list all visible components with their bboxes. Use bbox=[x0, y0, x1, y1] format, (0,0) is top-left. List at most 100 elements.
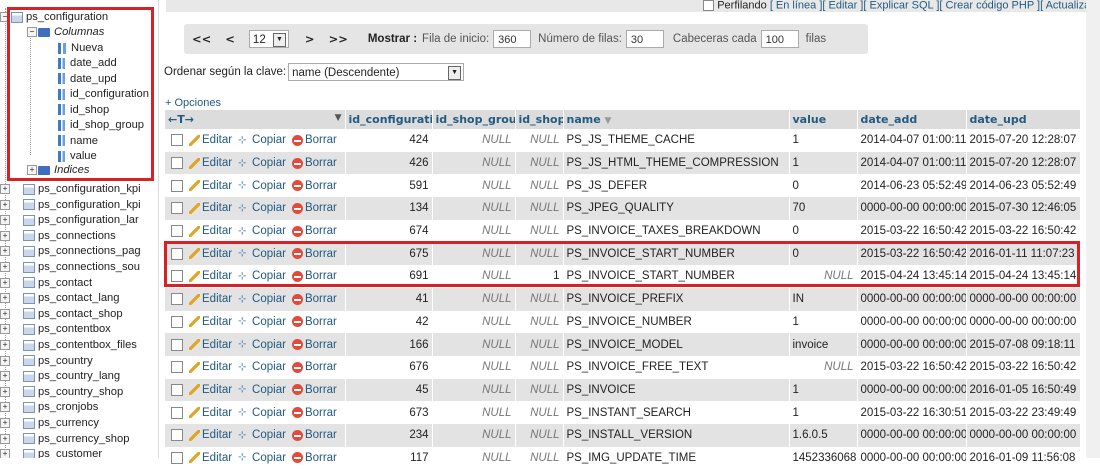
edit-button[interactable]: Editar bbox=[189, 248, 232, 260]
cell-id-configuration[interactable]: 424 bbox=[345, 129, 433, 152]
delete-button[interactable]: Borrar bbox=[291, 180, 337, 192]
copy-button[interactable]: ⊹ Copiar bbox=[238, 225, 286, 237]
cell-id-shop[interactable]: NULL bbox=[515, 242, 564, 266]
cell-date-upd[interactable]: 2015-03-22 16:50:42 bbox=[966, 355, 1081, 379]
row-checkbox[interactable] bbox=[171, 315, 183, 328]
cell-id-configuration[interactable]: 42 bbox=[345, 310, 433, 334]
sidebar-table-item[interactable]: + ps_contact_shop bbox=[0, 307, 123, 323]
copy-button[interactable]: ⊹ Copiar bbox=[238, 180, 286, 192]
row-checkbox[interactable] bbox=[171, 338, 183, 351]
row-checkbox[interactable] bbox=[171, 247, 183, 260]
cell-id-shop[interactable]: NULL bbox=[515, 310, 564, 334]
cell-id-shop[interactable]: NULL bbox=[515, 287, 564, 311]
cell-name[interactable]: PS_INVOICE_NUMBER bbox=[563, 310, 790, 334]
sidebar-indexes-folder[interactable]: + Índices bbox=[27, 165, 89, 175]
sidebar-table-item[interactable]: + ps_configuration_kpi bbox=[0, 182, 141, 198]
header-id-configuration[interactable]: id_configuration bbox=[345, 110, 433, 129]
cell-date-upd[interactable]: 2015-04-24 13:45:14 bbox=[966, 265, 1081, 288]
inline-link[interactable]: [ En línea ] bbox=[770, 0, 823, 11]
delete-button[interactable]: Borrar bbox=[291, 339, 337, 351]
copy-button[interactable]: ⊹ Copiar bbox=[238, 429, 286, 441]
cell-id-shop-group[interactable]: NULL bbox=[432, 310, 516, 334]
sidebar-new-column[interactable]: Nueva bbox=[58, 41, 103, 57]
delete-button[interactable]: Borrar bbox=[291, 384, 337, 396]
cell-value[interactable]: 0 bbox=[789, 174, 858, 198]
delete-button[interactable]: Borrar bbox=[291, 361, 337, 373]
cell-id-configuration[interactable]: 673 bbox=[345, 401, 433, 424]
page-select[interactable]: 12 ▼ bbox=[248, 30, 289, 48]
expand-icon[interactable]: + bbox=[0, 277, 10, 288]
cell-date-upd[interactable]: 2016-01-11 11:07:23 bbox=[966, 242, 1081, 266]
edit-button[interactable]: Editar bbox=[189, 339, 232, 351]
cell-date-upd[interactable]: 2015-07-20 12:28:07 bbox=[966, 151, 1081, 175]
delete-button[interactable]: Borrar bbox=[291, 293, 337, 305]
column-arrows-header[interactable]: ←T→ ▼ bbox=[165, 110, 346, 129]
expand-icon[interactable]: + bbox=[0, 449, 10, 458]
expand-icon[interactable]: + bbox=[0, 324, 10, 335]
sidebar-column-item[interactable]: date_upd bbox=[58, 72, 117, 88]
expand-icon[interactable]: + bbox=[0, 371, 10, 382]
cell-id-configuration[interactable]: 45 bbox=[345, 378, 433, 402]
num-rows-input[interactable]: 30 bbox=[625, 30, 664, 48]
cell-id-shop-group[interactable]: NULL bbox=[432, 242, 516, 266]
copy-button[interactable]: ⊹ Copiar bbox=[238, 202, 286, 214]
copy-button[interactable]: ⊹ Copiar bbox=[238, 134, 286, 146]
expand-icon[interactable]: + bbox=[0, 262, 10, 273]
sidebar-table-item[interactable]: + ps_connections_sou bbox=[0, 260, 140, 276]
header-value[interactable]: value bbox=[789, 110, 858, 129]
cell-date-add[interactable]: 2014-04-07 01:00:11 bbox=[857, 129, 967, 152]
collapse-icon[interactable]: − bbox=[27, 27, 37, 38]
cell-date-add[interactable]: 0000-00-00 00:00:00 bbox=[857, 287, 967, 311]
cell-id-configuration[interactable]: 234 bbox=[345, 423, 433, 447]
sidebar-table-item[interactable]: + ps_country_shop bbox=[0, 385, 123, 401]
sidebar-table-item[interactable]: + ps_configuration_lar bbox=[0, 213, 139, 229]
sidebar-table-item[interactable]: + ps_connections bbox=[0, 229, 116, 245]
expand-icon[interactable]: + bbox=[0, 386, 10, 397]
copy-button[interactable]: ⊹ Copiar bbox=[238, 361, 286, 373]
sidebar-column-item[interactable]: name bbox=[58, 134, 98, 150]
cell-id-shop[interactable]: NULL bbox=[515, 378, 564, 402]
cell-id-configuration[interactable]: 676 bbox=[345, 355, 433, 379]
cell-name[interactable]: PS_INSTANT_SEARCH bbox=[563, 401, 790, 424]
cell-date-add[interactable]: 2015-04-24 13:45:14 bbox=[857, 265, 967, 288]
cell-date-add[interactable]: 0000-00-00 00:00:00 bbox=[857, 310, 967, 334]
edit-button[interactable]: Editar bbox=[189, 293, 232, 305]
expand-icon[interactable]: + bbox=[0, 184, 10, 195]
cell-name[interactable]: PS_JS_THEME_CACHE bbox=[563, 129, 790, 152]
cell-name[interactable]: PS_INVOICE_FREE_TEXT bbox=[563, 355, 790, 379]
cell-name[interactable]: PS_JS_DEFER bbox=[563, 174, 790, 198]
sidebar-table-item[interactable]: + ps_country bbox=[0, 354, 93, 370]
cell-date-add[interactable]: 2014-06-23 05:52:49 bbox=[857, 174, 967, 198]
next-page-button[interactable]: > bbox=[305, 32, 315, 46]
cell-date-upd[interactable]: 2016-01-05 16:50:49 bbox=[966, 378, 1081, 402]
cell-id-shop[interactable]: NULL bbox=[515, 333, 564, 356]
cell-value[interactable]: 70 bbox=[789, 197, 858, 220]
cell-id-shop-group[interactable]: NULL bbox=[432, 265, 516, 288]
cell-value[interactable]: NULL bbox=[789, 265, 858, 288]
sort-key-select[interactable]: name (Descendente) ▼ bbox=[288, 63, 465, 81]
cell-date-add[interactable]: 2015-03-22 16:50:42 bbox=[857, 219, 967, 243]
cell-name[interactable]: PS_JPEG_QUALITY bbox=[563, 197, 790, 220]
header-date-upd[interactable]: date_upd bbox=[966, 110, 1081, 129]
cell-value[interactable]: 0 bbox=[789, 219, 858, 243]
start-row-input[interactable]: 360 bbox=[493, 30, 532, 48]
collapse-icon[interactable]: − bbox=[0, 12, 10, 23]
edit-button[interactable]: Editar bbox=[189, 157, 232, 169]
headers-every-input[interactable]: 100 bbox=[760, 30, 799, 48]
cell-id-shop[interactable]: NULL bbox=[515, 151, 564, 175]
row-checkbox[interactable] bbox=[171, 134, 183, 147]
cell-id-shop[interactable]: NULL bbox=[515, 174, 564, 198]
last-page-button[interactable]: >> bbox=[329, 32, 348, 46]
expand-icon[interactable]: + bbox=[0, 308, 10, 319]
cell-date-upd[interactable]: 2015-03-22 16:50:42 bbox=[966, 219, 1081, 243]
expand-icon[interactable]: + bbox=[0, 293, 10, 304]
edit-button[interactable]: Editar bbox=[189, 429, 232, 441]
sidebar-table-item[interactable]: + ps_customer bbox=[0, 447, 102, 458]
delete-button[interactable]: Borrar bbox=[291, 157, 337, 169]
profiling-checkbox[interactable] bbox=[703, 0, 715, 11]
expand-icon[interactable]: + bbox=[0, 418, 10, 429]
cell-id-shop-group[interactable]: NULL bbox=[432, 151, 516, 175]
prev-page-button[interactable]: < bbox=[225, 32, 235, 46]
edit-button[interactable]: Editar bbox=[189, 407, 232, 419]
cell-name[interactable]: PS_INVOICE_START_NUMBER bbox=[563, 242, 790, 266]
